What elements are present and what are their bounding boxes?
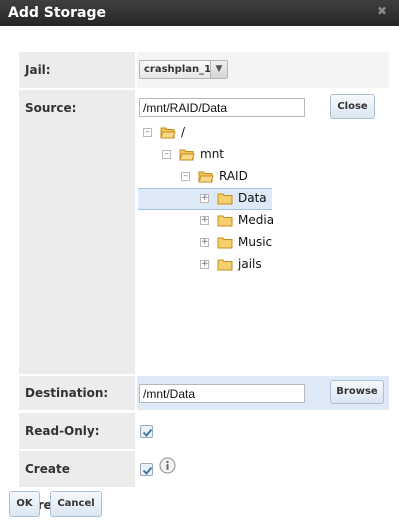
tree-node-label: mnt	[200, 147, 224, 161]
source-input[interactable]	[139, 98, 305, 117]
tree-node-label: jails	[238, 257, 262, 271]
create-directory-label: Create directory:	[19, 451, 135, 512]
cancel-button[interactable]: Cancel	[50, 491, 102, 517]
folder-open-icon	[198, 171, 214, 183]
read-only-label: Read-Only:	[19, 413, 135, 449]
folder-icon	[217, 193, 233, 205]
checkmark-icon	[142, 466, 153, 475]
tree-node-label: /	[181, 125, 186, 139]
expand-icon[interactable]: +	[200, 194, 209, 203]
destination-label: Destination:	[19, 376, 135, 410]
folder-icon	[217, 237, 233, 249]
folder-icon	[217, 259, 233, 271]
collapse-icon[interactable]: –	[143, 128, 152, 137]
jail-select-value: crashplan_1	[144, 64, 212, 75]
info-icon[interactable]	[159, 457, 176, 474]
folder-open-icon	[160, 127, 176, 139]
dialog-title-bar: Add Storage ✖	[0, 0, 399, 26]
tree-node-label: RAID	[219, 169, 248, 183]
create-directory-checkbox[interactable]	[140, 463, 153, 476]
collapse-icon[interactable]: –	[181, 172, 190, 181]
tree-node-label: Data	[238, 191, 267, 205]
jail-select[interactable]: crashplan_1 ▼	[139, 60, 228, 79]
close-icon[interactable]: ✖	[375, 4, 389, 18]
expand-icon[interactable]: +	[200, 216, 209, 225]
chevron-down-icon[interactable]: ▼	[210, 61, 227, 78]
read-only-field-bg	[137, 413, 389, 449]
source-label: Source:	[19, 90, 135, 374]
destination-input[interactable]	[139, 384, 305, 403]
expand-icon[interactable]: +	[200, 238, 209, 247]
browse-button[interactable]: Browse	[330, 380, 384, 404]
tree-node-label: Media	[238, 213, 275, 227]
read-only-checkbox[interactable]	[140, 425, 153, 438]
folder-open-icon	[179, 149, 195, 161]
ok-button[interactable]: OK	[9, 491, 40, 517]
folder-icon	[217, 215, 233, 227]
dialog-title: Add Storage	[8, 5, 107, 21]
tree-node-label: Music	[238, 235, 273, 249]
checkmark-icon	[142, 428, 153, 437]
source-close-button[interactable]: Close	[330, 94, 375, 119]
jail-label: Jail:	[19, 52, 135, 88]
expand-icon[interactable]: +	[200, 260, 209, 269]
collapse-icon[interactable]: –	[162, 150, 171, 159]
